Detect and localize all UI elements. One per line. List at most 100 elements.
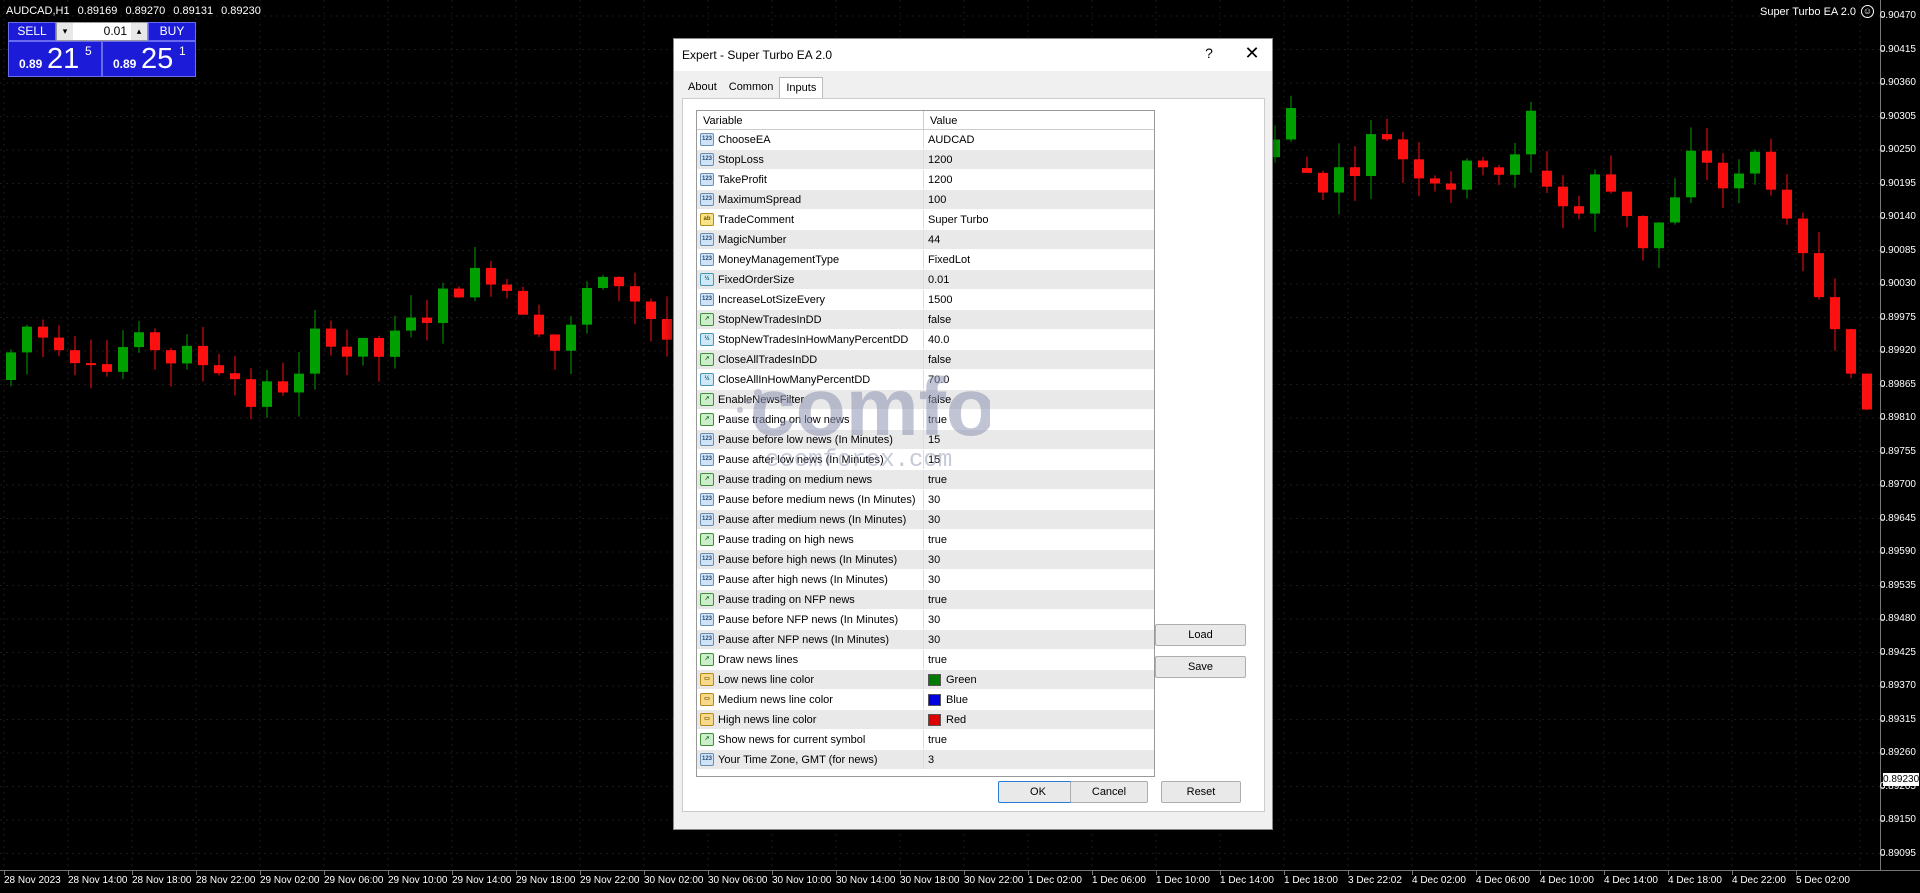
param-value-cell[interactable]: 40.0	[924, 330, 1154, 349]
param-value[interactable]: FixedLot	[928, 250, 970, 270]
param-value[interactable]: 30	[928, 510, 940, 530]
param-value-cell[interactable]: FixedLot	[924, 250, 1154, 269]
param-value[interactable]: 30	[928, 630, 940, 650]
table-row[interactable]: ▭ High news line color Red	[697, 710, 1154, 730]
color-swatch[interactable]	[928, 673, 941, 686]
table-row[interactable]: 123 Pause after NFP news (In Minutes) 30	[697, 630, 1154, 650]
tab-common[interactable]: Common	[723, 77, 780, 98]
param-value-cell[interactable]: Green	[924, 670, 1154, 689]
param-value[interactable]: false	[928, 390, 951, 410]
table-row[interactable]: ↗ Pause trading on medium news true	[697, 470, 1154, 490]
tab-about[interactable]: About	[682, 77, 723, 98]
save-button[interactable]: Save	[1155, 656, 1246, 678]
param-value-cell[interactable]: 15	[924, 430, 1154, 449]
table-row[interactable]: ▭ Low news line color Green	[697, 670, 1154, 690]
close-icon[interactable]: ✕	[1241, 43, 1263, 64]
smiley-icon[interactable]: ☺	[1861, 5, 1874, 18]
table-row[interactable]: ↗ Pause trading on low news true	[697, 410, 1154, 430]
table-row[interactable]: 123 ChooseEA AUDCAD	[697, 130, 1154, 150]
table-row[interactable]: ½ FixedOrderSize 0.01	[697, 270, 1154, 290]
table-row[interactable]: 123 Pause after low news (In Minutes) 15	[697, 450, 1154, 470]
param-value[interactable]: Red	[946, 710, 966, 730]
color-swatch[interactable]	[928, 713, 941, 726]
param-value-cell[interactable]: 15	[924, 450, 1154, 469]
param-value[interactable]: 44	[928, 230, 940, 250]
param-value-cell[interactable]: true	[924, 590, 1154, 609]
cancel-button[interactable]: Cancel	[1070, 781, 1148, 803]
table-row[interactable]: ↗ Pause trading on NFP news true	[697, 590, 1154, 610]
reset-button[interactable]: Reset	[1161, 781, 1241, 803]
param-value-cell[interactable]: false	[924, 390, 1154, 409]
expert-advisor-label[interactable]: Super Turbo EA 2.0 ☺	[1760, 5, 1874, 18]
param-value-cell[interactable]: 0.01	[924, 270, 1154, 289]
load-button[interactable]: Load	[1155, 624, 1246, 646]
tab-inputs[interactable]: Inputs	[779, 77, 824, 99]
param-value-cell[interactable]: false	[924, 310, 1154, 329]
param-value[interactable]: true	[928, 650, 947, 670]
table-row[interactable]: 123 MoneyManagementType FixedLot	[697, 250, 1154, 270]
param-value[interactable]: 15	[928, 450, 940, 470]
param-value[interactable]: 15	[928, 430, 940, 450]
param-value-cell[interactable]: 30	[924, 550, 1154, 569]
param-value[interactable]: Super Turbo	[928, 210, 989, 230]
table-row[interactable]: 123 Your Time Zone, GMT (for news) 3	[697, 750, 1154, 770]
table-row[interactable]: 123 Pause after medium news (In Minutes) 3…	[697, 510, 1154, 530]
ok-button[interactable]: OK	[998, 781, 1078, 803]
table-row[interactable]: 123 MagicNumber 44	[697, 230, 1154, 250]
param-value[interactable]: true	[928, 470, 947, 490]
param-value[interactable]: false	[928, 310, 951, 330]
table-row[interactable]: 123 Pause after high news (In Minutes) 30	[697, 570, 1154, 590]
table-row[interactable]: ab TradeComment Super Turbo	[697, 210, 1154, 230]
param-value[interactable]: true	[928, 530, 947, 550]
param-value-cell[interactable]: 30	[924, 490, 1154, 509]
param-value[interactable]: Green	[946, 670, 977, 690]
lot-size-stepper[interactable]: ▾ 0.01 ▴	[56, 22, 148, 41]
param-value-cell[interactable]: 100	[924, 190, 1154, 209]
color-swatch[interactable]	[928, 693, 941, 706]
table-row[interactable]: 123 TakeProfit 1200	[697, 170, 1154, 190]
param-value-cell[interactable]: true	[924, 470, 1154, 489]
param-value[interactable]: Blue	[946, 690, 968, 710]
param-value[interactable]: 0.01	[928, 270, 949, 290]
param-value[interactable]: 30	[928, 550, 940, 570]
param-value[interactable]: 100	[928, 190, 946, 210]
table-row[interactable]: ½ CloseAllInHowManyPercentDD 70.0	[697, 370, 1154, 390]
param-value-cell[interactable]: 30	[924, 630, 1154, 649]
param-value[interactable]: 30	[928, 490, 940, 510]
param-value[interactable]: 30	[928, 610, 940, 630]
param-value-cell[interactable]: true	[924, 730, 1154, 749]
param-value[interactable]: 70.0	[928, 370, 949, 390]
lot-increase-icon[interactable]: ▴	[131, 23, 147, 40]
sell-button[interactable]: SELL	[8, 22, 56, 41]
input-parameters-table[interactable]: Variable Value 123 ChooseEA AUDCAD 123 StopL…	[696, 110, 1155, 777]
param-value[interactable]: true	[928, 590, 947, 610]
param-value[interactable]: 1200	[928, 150, 952, 170]
table-row[interactable]: ↗ Show news for current symbol true	[697, 730, 1154, 750]
param-value-cell[interactable]: Super Turbo	[924, 210, 1154, 229]
param-value-cell[interactable]: 44	[924, 230, 1154, 249]
table-row[interactable]: 123 StopLoss 1200	[697, 150, 1154, 170]
param-value[interactable]: 30	[928, 570, 940, 590]
table-row[interactable]: 123 Pause before medium news (In Minutes)…	[697, 490, 1154, 510]
param-value[interactable]: 40.0	[928, 330, 949, 350]
param-value-cell[interactable]: 30	[924, 510, 1154, 529]
param-value-cell[interactable]: false	[924, 350, 1154, 369]
param-value-cell[interactable]: AUDCAD	[924, 130, 1154, 149]
param-value[interactable]: AUDCAD	[928, 130, 974, 150]
param-value-cell[interactable]: 1200	[924, 170, 1154, 189]
table-row[interactable]: ↗ EnableNewsFilter false	[697, 390, 1154, 410]
table-row[interactable]: ½ StopNewTradesInHowManyPercentDD 40.0	[697, 330, 1154, 350]
param-value-cell[interactable]: 30	[924, 570, 1154, 589]
table-row[interactable]: ↗ Pause trading on high news true	[697, 530, 1154, 550]
param-value[interactable]: 3	[928, 750, 934, 770]
dialog-titlebar[interactable]: Expert - Super Turbo EA 2.0 ? ✕	[674, 39, 1272, 71]
help-icon[interactable]: ?	[1199, 45, 1219, 61]
sell-price-box[interactable]: 0.89 21 5	[8, 41, 102, 77]
time-axis[interactable]: 28 Nov 2023 28 Nov 14:00 28 Nov 18:00 28 No…	[0, 870, 1920, 893]
table-row[interactable]: ↗ Draw news lines true	[697, 650, 1154, 670]
table-row[interactable]: ↗ CloseAllTradesInDD false	[697, 350, 1154, 370]
param-value[interactable]: 1200	[928, 170, 952, 190]
param-value-cell[interactable]: Blue	[924, 690, 1154, 709]
param-value-cell[interactable]: 70.0	[924, 370, 1154, 389]
table-row[interactable]: 123 Pause before low news (In Minutes) 15	[697, 430, 1154, 450]
